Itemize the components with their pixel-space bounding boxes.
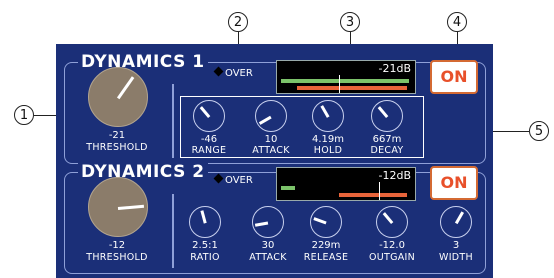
dynamics-panel: DYNAMICS 1 OVER -21dB ON -21 THRESHOLD -… (56, 44, 493, 278)
callout-3: 3 (340, 12, 360, 32)
attack-2-value: 30 (261, 240, 275, 251)
callout-2: 2 (228, 12, 248, 32)
dynamics-2-title: DYNAMICS 2 (78, 162, 208, 182)
attack-2-knob[interactable] (252, 206, 284, 238)
width-knob[interactable] (440, 206, 472, 238)
meter-threshold-marker (379, 182, 380, 200)
dynamics-2-on-button[interactable]: ON (430, 166, 478, 200)
dynamics-2-threshold-label: THRESHOLD (86, 252, 148, 263)
callout-5: 5 (529, 121, 549, 141)
meter-input-bar (281, 79, 409, 83)
outgain-knob[interactable] (376, 206, 408, 238)
meter-gain-reduction-bar (339, 193, 407, 197)
meter-input-bar (281, 186, 295, 190)
knob-pointer (259, 116, 272, 125)
release-value: 229m (311, 240, 341, 251)
dynamics-2-meter: -12dB (276, 167, 416, 201)
dynamics-1-on-button[interactable]: ON (430, 60, 478, 94)
dynamics-1-over-indicator: OVER (213, 66, 253, 79)
meter-level-text: -12dB (378, 169, 412, 182)
decay-knob[interactable] (371, 100, 403, 132)
range-label: RANGE (191, 145, 227, 156)
over-label: OVER (225, 68, 253, 79)
width-label: WIDTH (439, 252, 473, 263)
ratio-label: RATIO (190, 252, 220, 263)
knob-pointer (377, 106, 388, 119)
range-knob[interactable] (193, 100, 225, 132)
dynamics-1-threshold-value: -21 (108, 130, 126, 141)
callout-4: 4 (447, 12, 467, 32)
dynamics-1-title: DYNAMICS 1 (78, 52, 208, 72)
knob-pointer (254, 222, 269, 227)
dynamics-1-threshold-knob[interactable] (88, 67, 148, 127)
attack-knob[interactable] (255, 100, 287, 132)
callout-1: 1 (14, 105, 34, 125)
dynamics-1-meter: -21dB (276, 60, 416, 94)
over-diamond-icon (213, 173, 224, 184)
meter-gain-reduction-bar (297, 86, 407, 90)
hold-value: 4.19m (311, 134, 344, 145)
knob-pointer (313, 217, 327, 225)
range-value: -46 (200, 134, 218, 145)
knob-pointer (382, 212, 393, 225)
meter-level-text: -21dB (378, 62, 412, 75)
knob-pointer (454, 211, 464, 224)
ratio-knob[interactable] (189, 206, 221, 238)
ratio-value: 2.5:1 (192, 240, 218, 251)
dynamics-2-over-indicator: OVER (213, 173, 253, 186)
dynamics-2-threshold-knob[interactable] (88, 177, 148, 237)
hold-knob[interactable] (312, 100, 344, 132)
decay-value: 667m (372, 134, 402, 145)
knob-pointer (116, 76, 134, 99)
release-label: RELEASE (303, 252, 349, 263)
knob-pointer (200, 210, 207, 224)
outgain-value: -12.0 (379, 240, 405, 251)
knob-pointer (199, 106, 210, 119)
dynamics-1-threshold-label: THRESHOLD (86, 142, 148, 153)
attack-value: 10 (264, 134, 278, 145)
outgain-label: OUTGAIN (368, 252, 416, 263)
over-diamond-icon (213, 66, 224, 77)
meter-threshold-marker (339, 75, 340, 93)
knob-pointer (320, 105, 330, 118)
release-knob[interactable] (310, 206, 342, 238)
knob-pointer (117, 204, 145, 210)
over-label: OVER (225, 175, 253, 186)
dynamics-2-threshold-value: -12 (108, 240, 126, 251)
width-value: 3 (452, 240, 460, 251)
decay-label: DECAY (370, 145, 404, 156)
